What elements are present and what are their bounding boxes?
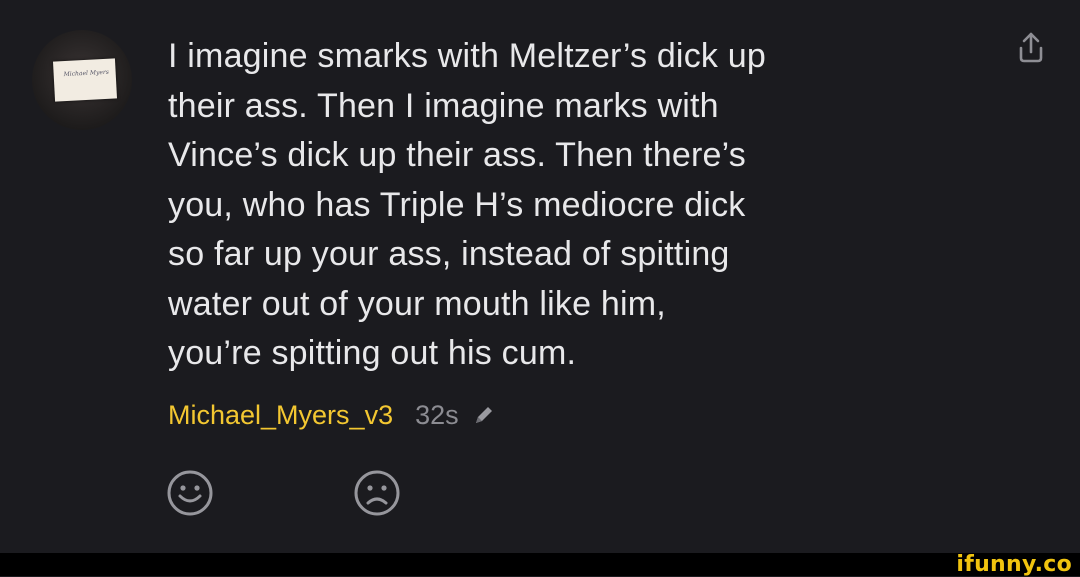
watermark-text: ifunny.co <box>956 552 1072 577</box>
pencil-icon[interactable] <box>473 404 495 426</box>
avatar[interactable]: Michael Myers <box>32 30 132 130</box>
comment-meta: Michael_Myers_v3 32s <box>168 393 495 437</box>
comment-line: I imagine smarks with Meltzer’s dick up <box>168 37 766 75</box>
comment-line: you’re spitting out his cum. <box>168 334 577 372</box>
username-link[interactable]: Michael_Myers_v3 <box>168 400 393 431</box>
comment-line: so far up your ass, instead of spitting <box>168 235 730 273</box>
avatar-sign: Michael Myers <box>52 58 118 102</box>
comment-line: water out of your mouth like him, <box>168 284 666 323</box>
share-icon[interactable] <box>1014 30 1048 66</box>
comment-line: their ass. Then I imagine marks with <box>168 86 719 125</box>
comment-line: you, who has Triple H’s mediocre dick <box>168 185 746 224</box>
smile-icon[interactable] <box>165 468 215 518</box>
comment-line: Vince’s dick up their ass. Then there’s <box>168 136 746 174</box>
comment-text: I imagine smarks with Meltzer’s dick up … <box>168 32 968 379</box>
frown-icon[interactable] <box>352 468 402 518</box>
timestamp: 32s <box>415 399 459 430</box>
watermark-bar: ifunny.co <box>0 553 1080 576</box>
